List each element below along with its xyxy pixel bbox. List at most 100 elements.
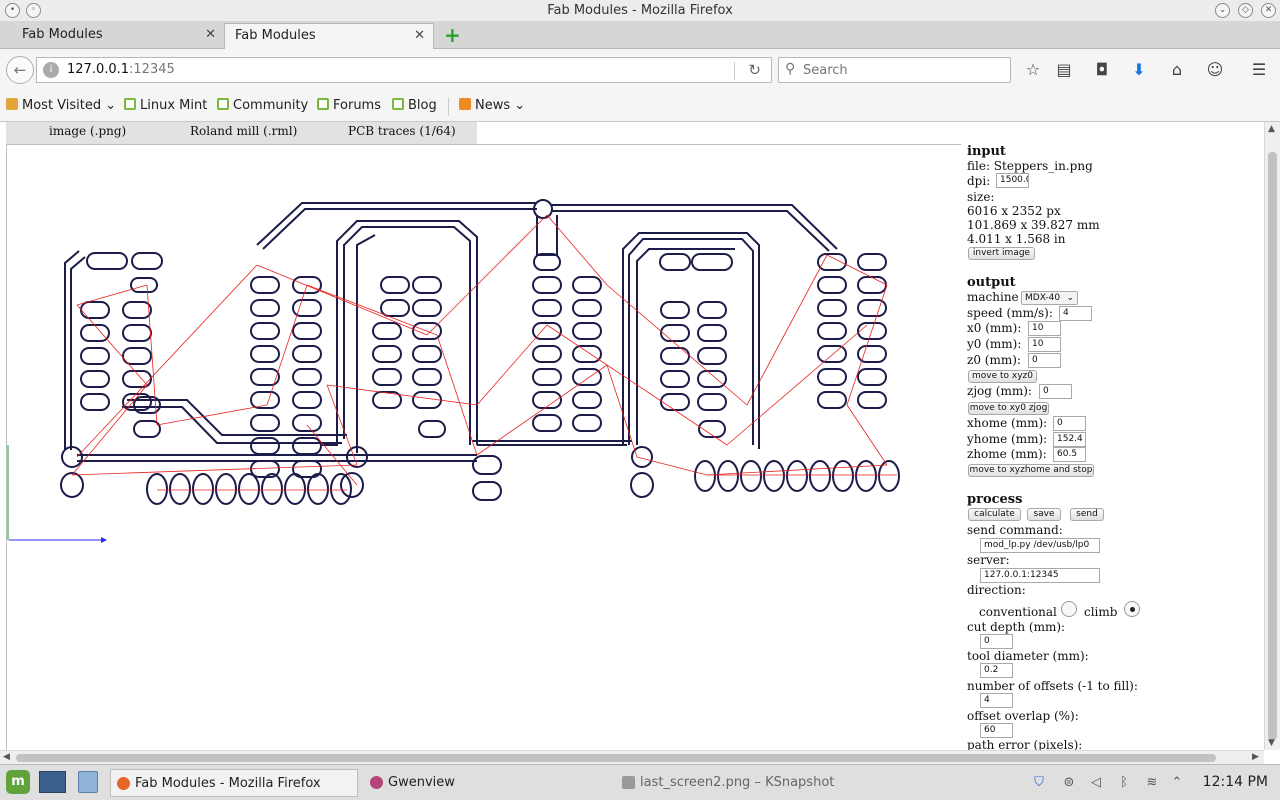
bookmark-forums[interactable]: Forums [317, 98, 381, 116]
chevron-down-icon: ⌄ [105, 98, 117, 113]
maximize-icon[interactable]: ◇ [1238, 3, 1253, 18]
pad-outline [292, 437, 322, 455]
cut-depth-input[interactable]: 0 [980, 634, 1013, 649]
task-gwenview[interactable]: Gwenview [364, 769, 604, 797]
show-desktop-icon[interactable] [39, 771, 66, 793]
url-bar[interactable]: i 127.0.0.1:12345 ↻ [36, 57, 772, 83]
bookmark-community[interactable]: Community [217, 98, 308, 116]
move-to-xyzhome-button[interactable]: move to xyzhome and stop [968, 464, 1094, 477]
send-command-input[interactable]: mod_lp.py /dev/usb/lp0 [980, 538, 1100, 553]
url-host: 127.0.0.1 [67, 62, 130, 77]
size-in: 4.011 x 1.568 in [967, 232, 1066, 246]
scroll-right-icon[interactable]: ▶ [1252, 752, 1259, 762]
process-heading: process [967, 492, 1023, 507]
machine-select[interactable]: MDX-40 ⌄ [1021, 291, 1078, 305]
window-menu-icon[interactable]: • [5, 3, 20, 18]
close-window-icon[interactable]: ✕ [1261, 3, 1276, 18]
bookmark-star-icon[interactable]: ☆ [1022, 60, 1044, 82]
move-to-xyz0-button[interactable]: move to xyz0 [968, 370, 1037, 383]
yhome-input[interactable]: 152.4 [1053, 432, 1086, 447]
trace-path [552, 210, 830, 252]
tab-fab-modules-2[interactable]: Fab Modules ✕ [224, 23, 434, 49]
save-button[interactable]: save [1027, 508, 1061, 521]
tab-fab-modules-1[interactable]: Fab Modules ✕ [12, 23, 224, 49]
horizontal-scrollbar[interactable]: ◀ ▶ [0, 750, 1264, 764]
menu-pcb-traces[interactable]: PCB traces (1/64) [348, 124, 456, 138]
task-ksnapshot[interactable]: last_screen2.png – KSnapshot [616, 769, 876, 797]
menu-image-png[interactable]: image (.png) [49, 124, 126, 138]
bookmark-linux-mint[interactable]: Linux Mint [124, 98, 207, 116]
zjog-input[interactable]: 0 [1039, 384, 1072, 399]
overlap-input[interactable]: 60 [980, 723, 1013, 738]
url-text[interactable]: 127.0.0.1:12345 [67, 62, 175, 77]
reload-icon[interactable]: ↻ [748, 61, 761, 79]
x0-input[interactable]: 10 [1028, 321, 1061, 336]
tray-expand-icon[interactable]: ⌃ [1168, 775, 1186, 791]
bookmark-news[interactable]: News ⌄ [448, 98, 525, 116]
reading-list-icon[interactable]: ▤ [1053, 60, 1075, 82]
scroll-down-icon[interactable]: ▼ [1268, 738, 1275, 748]
dpi-label: dpi: [967, 174, 991, 188]
vertical-scroll-thumb[interactable] [1268, 152, 1277, 740]
horizontal-scroll-thumb[interactable] [16, 754, 1216, 762]
home-icon[interactable]: ⌂ [1166, 60, 1188, 82]
back-button-icon[interactable]: ← [6, 56, 34, 84]
scroll-left-icon[interactable]: ◀ [3, 752, 10, 762]
pad-outline [307, 473, 329, 505]
server-input[interactable]: 127.0.0.1:12345 [980, 568, 1100, 583]
move-path-segment [846, 404, 888, 466]
scroll-up-icon[interactable]: ▲ [1268, 124, 1275, 134]
site-info-icon[interactable]: i [43, 62, 59, 78]
new-tab-icon[interactable]: + [444, 23, 462, 47]
chat-icon[interactable]: ☺ [1204, 60, 1226, 82]
toolpath-canvas[interactable] [6, 144, 961, 750]
pad-outline [80, 324, 110, 342]
move-path-segment [71, 464, 358, 476]
conventional-radio[interactable] [1061, 601, 1077, 617]
invert-image-button[interactable]: invert image [968, 247, 1035, 260]
downloads-icon[interactable]: ⬇ [1128, 60, 1150, 82]
tab-label: Fab Modules [22, 27, 103, 42]
xhome-input[interactable]: 0 [1053, 416, 1086, 431]
search-input[interactable] [803, 61, 1003, 79]
task-label: Gwenview [388, 775, 455, 790]
search-bar[interactable]: ⚲ [778, 57, 1011, 83]
volume-icon[interactable]: ◁ [1087, 775, 1105, 791]
network-icon[interactable]: ⊜ [1060, 775, 1078, 791]
shield-icon[interactable]: ⛉ [1030, 775, 1048, 791]
close-tab-icon[interactable]: ✕ [205, 23, 216, 47]
calculate-button[interactable]: calculate [968, 508, 1021, 521]
url-port: :12345 [129, 62, 175, 77]
tool-diameter-input[interactable]: 0.2 [980, 663, 1013, 678]
speed-input[interactable]: 4 [1059, 306, 1092, 321]
vertical-scrollbar[interactable]: ▲ ▼ [1264, 122, 1280, 750]
wifi-icon[interactable]: ≋ [1143, 775, 1161, 791]
pocket-icon[interactable]: ◘ [1091, 60, 1113, 82]
bookmark-blog[interactable]: Blog [392, 98, 437, 116]
window-pin-icon[interactable]: ◦ [26, 3, 41, 18]
mint-icon [217, 98, 229, 110]
y0-input[interactable]: 10 [1028, 337, 1061, 352]
window-title: Fab Modules - Mozilla Firefox [547, 3, 733, 18]
z0-input[interactable]: 0 [1028, 353, 1061, 368]
offsets-input[interactable]: 4 [980, 693, 1013, 708]
bluetooth-icon[interactable]: ᛒ [1115, 775, 1133, 791]
menu-roland-mill[interactable]: Roland mill (.rml) [190, 124, 297, 138]
move-to-xy0-zjog-button[interactable]: move to xy0 zjog [968, 402, 1049, 415]
dpi-input[interactable]: 1500.0 [996, 173, 1029, 188]
zhome-input[interactable]: 60.5 [1053, 447, 1086, 462]
pad-outline [261, 473, 283, 505]
hamburger-menu-icon[interactable]: ☰ [1248, 60, 1270, 82]
climb-radio[interactable] [1124, 601, 1140, 617]
close-tab-icon[interactable]: ✕ [414, 24, 425, 48]
pad-outline [412, 368, 442, 386]
cut-depth-label: cut depth (mm): [967, 620, 1066, 634]
task-firefox[interactable]: Fab Modules - Mozilla Firefox [110, 769, 358, 797]
minimize-icon[interactable]: ⌄ [1215, 3, 1230, 18]
file-manager-icon[interactable] [78, 771, 98, 793]
toolpath-drawing [7, 199, 900, 543]
bookmark-most-visited[interactable]: Most Visited ⌄ [6, 98, 116, 116]
pad-outline [857, 299, 887, 317]
mint-menu-icon[interactable]: m [6, 770, 30, 794]
send-button[interactable]: send [1070, 508, 1104, 521]
